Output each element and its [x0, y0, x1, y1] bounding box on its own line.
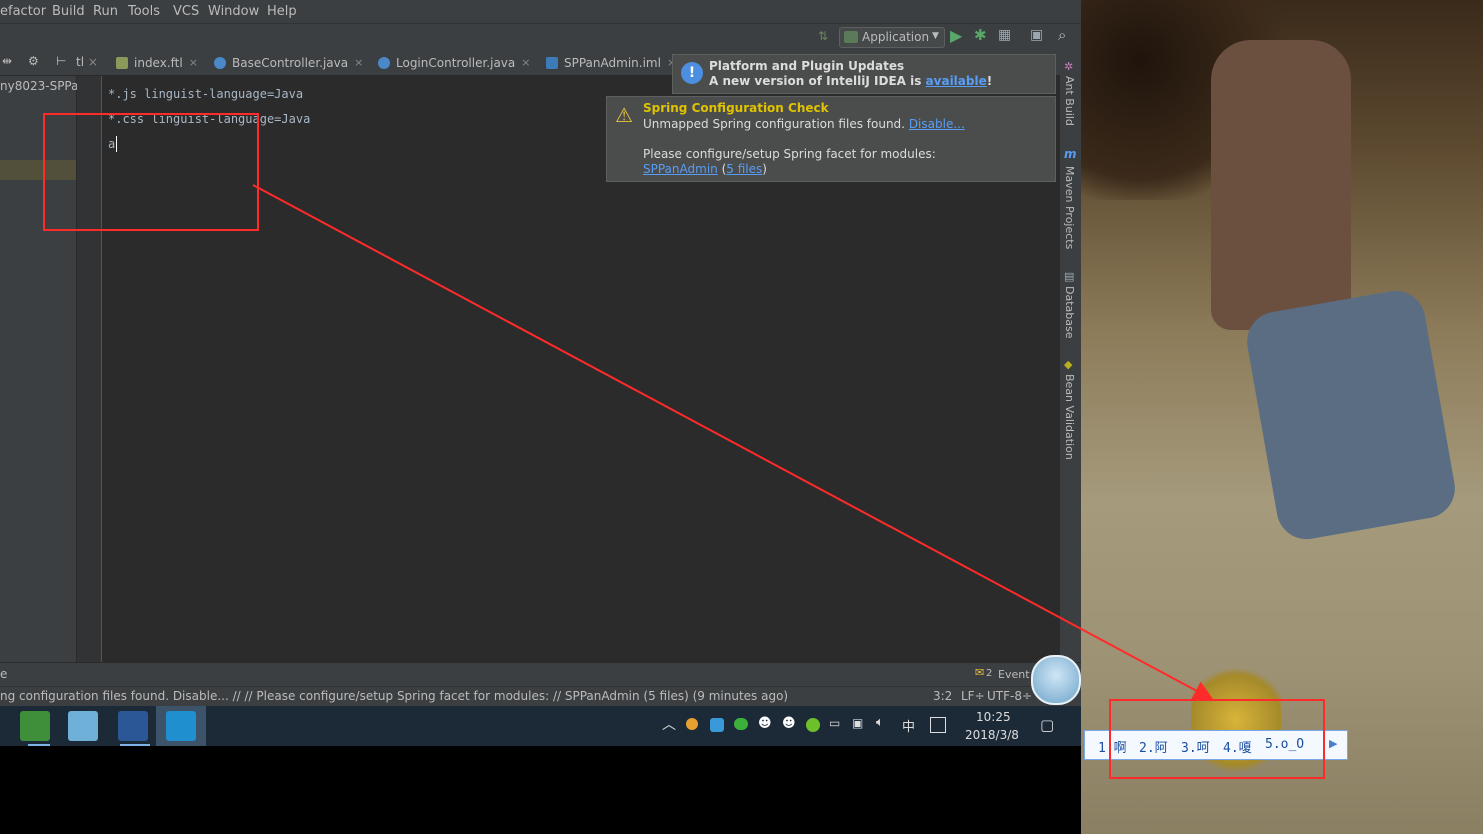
arrow-line	[252, 184, 1214, 700]
annotation-arrow	[252, 184, 1214, 700]
